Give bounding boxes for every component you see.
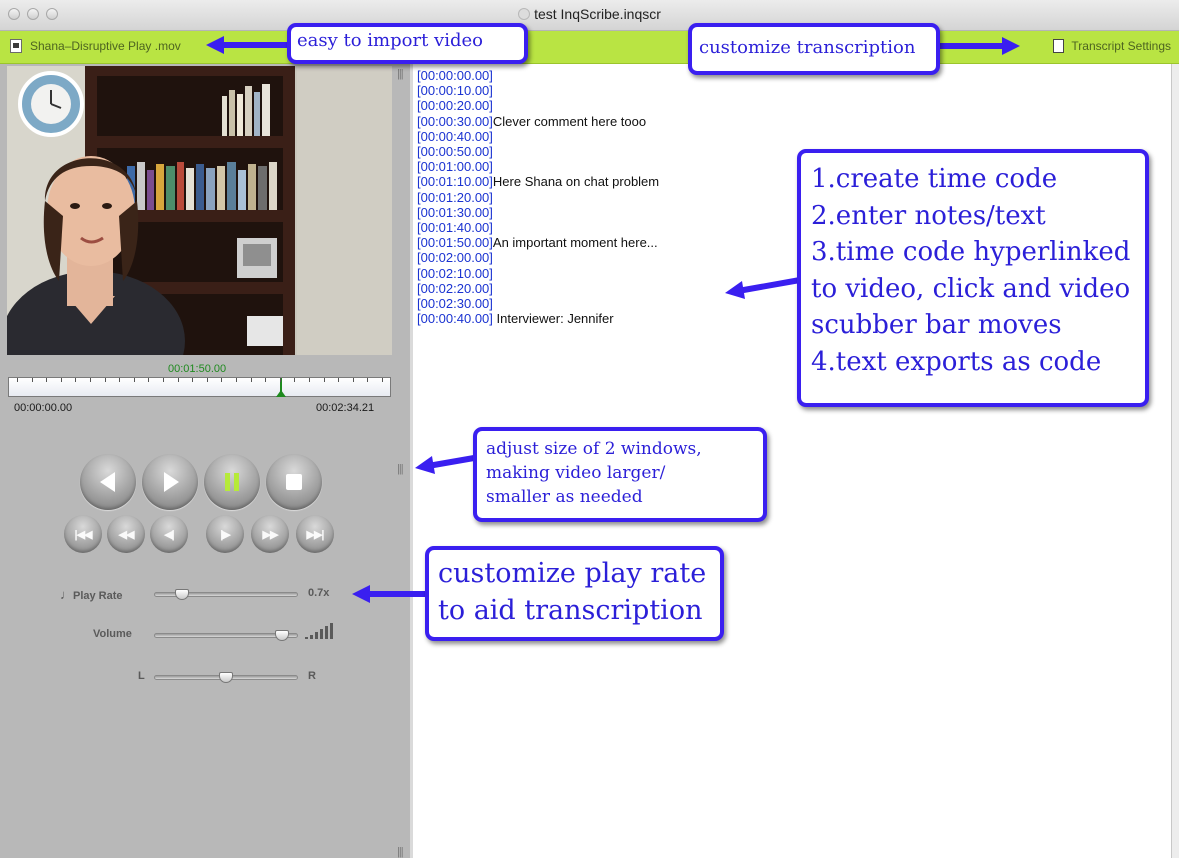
callout-resize-line: making video larger/	[486, 463, 666, 483]
callout-step-line: to video, click and video	[811, 273, 1131, 304]
callout-customize-transcription: customize transcription	[688, 23, 940, 75]
callout-playrate-line: to aid transcription	[438, 595, 703, 626]
callout-timecode-steps: 1.create time code 2.enter notes/text 3.…	[797, 149, 1149, 407]
callout-resize-line: adjust size of 2 windows,	[486, 439, 702, 459]
callout-step-line: 4.text exports as code	[811, 346, 1102, 377]
callout-play-rate: customize play rate to aid transcription	[425, 546, 724, 641]
callout-resize-windows: adjust size of 2 windows, making video l…	[473, 427, 767, 522]
arrow-timecode	[737, 277, 801, 294]
callout-step-line: scubber bar moves	[811, 310, 1062, 340]
arrow-resize	[427, 455, 475, 469]
callout-step-line: 3.time code hyperlinked	[811, 237, 1131, 267]
callout-import-text: easy to import video	[297, 30, 483, 51]
callout-resize-line: smaller as needed	[486, 487, 643, 507]
callout-customize-text: customize transcription	[699, 37, 916, 58]
callout-step-line: 2.enter notes/text	[811, 200, 1046, 231]
callout-playrate-line: customize play rate	[438, 558, 707, 589]
callout-import-video: easy to import video	[287, 23, 528, 64]
callout-step-line: 1.create time code	[811, 164, 1058, 194]
